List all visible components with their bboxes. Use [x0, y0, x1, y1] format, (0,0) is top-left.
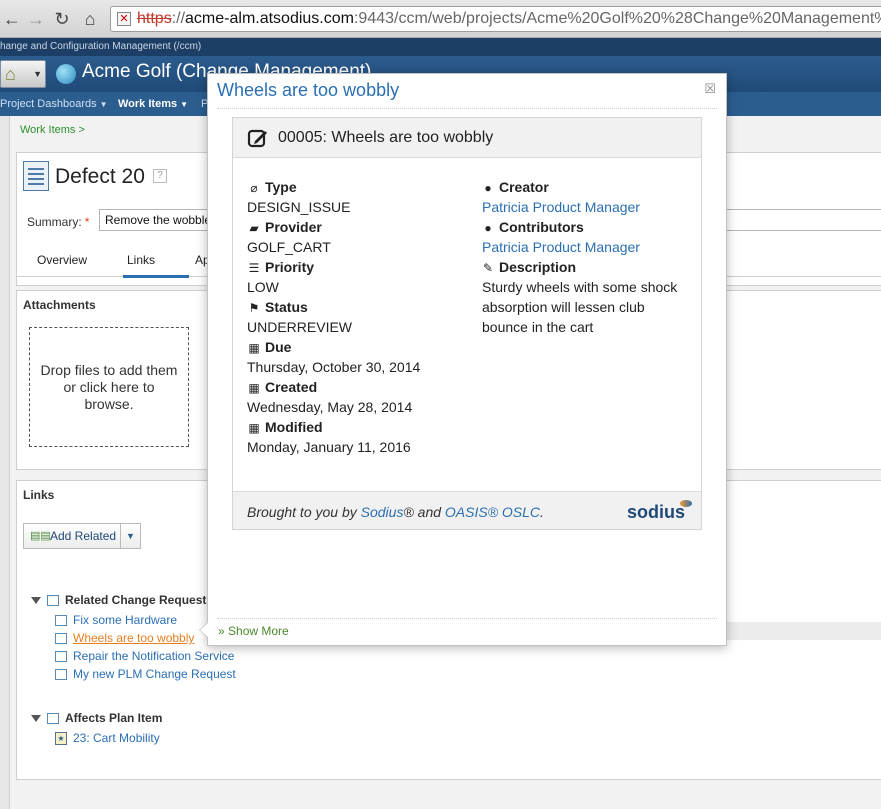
link-item[interactable]: Repair the Notification Service — [55, 649, 234, 663]
created-value: Wednesday, May 28, 2014 — [247, 399, 413, 415]
change-request-icon — [47, 595, 59, 607]
url-scheme: https — [137, 10, 172, 27]
browser-toolbar: ← → ↻ ⌂ ✕ https://acme-alm.atsodius.com:… — [0, 0, 881, 38]
creator-field: ● Creator — [481, 179, 548, 195]
chevron-down-icon: ▼ — [33, 69, 42, 79]
forward-icon[interactable]: → — [26, 8, 46, 30]
menu-work-items[interactable]: Work Items ▼ — [118, 92, 188, 117]
work-item-card: 00005: Wheels are too wobbly ⌀ Type DESIG… — [232, 117, 702, 530]
change-request-icon — [55, 633, 67, 645]
description-field: ✎ Description — [482, 259, 577, 275]
creator-link[interactable]: Patricia Product Manager — [482, 199, 640, 215]
link-item[interactable]: ★ 23: Cart Mobility — [55, 731, 160, 746]
plan-item-group-icon — [47, 713, 59, 725]
card-header: 00005: Wheels are too wobbly — [233, 118, 701, 158]
modified-value: Monday, January 11, 2016 — [247, 439, 411, 455]
required-marker: * — [84, 215, 90, 229]
sodius-link[interactable]: Sodius — [361, 504, 404, 520]
chevron-down-icon: ▼ — [180, 100, 189, 109]
link-item[interactable]: My new PLM Change Request — [55, 667, 236, 681]
due-field: ▦ Due — [248, 339, 292, 355]
project-globe-icon — [56, 64, 76, 84]
back-icon[interactable]: ← — [2, 8, 22, 30]
user-icon: ● — [484, 221, 492, 235]
change-request-icon — [55, 615, 67, 627]
divider — [217, 108, 717, 109]
help-icon[interactable]: ? — [153, 169, 167, 183]
chevron-down-icon[interactable]: ▼ — [120, 524, 140, 548]
link-group-related-change-request[interactable]: Related Change Request — [31, 593, 206, 607]
insecure-lock-icon[interactable]: ✕ — [117, 12, 131, 26]
card-title: 00005: Wheels are too wobbly — [278, 129, 494, 146]
home-icon[interactable]: ⌂ — [80, 8, 100, 30]
priority-value: LOW — [247, 279, 279, 295]
show-more-link[interactable]: » Show More — [218, 624, 289, 638]
status-field: ⚑ Status — [248, 299, 308, 315]
contributors-field: ● Contributors — [481, 219, 583, 235]
add-related-button[interactable]: ▤▤ Add Related ▼ — [23, 523, 141, 549]
app-strip: hange and Configuration Management (/ccm… — [0, 38, 881, 56]
house-icon: ⌂ — [5, 64, 16, 84]
url-path: :9443/ccm/web/projects/Acme%20Golf%20%28… — [353, 10, 881, 27]
page-title: Defect 20 — [55, 165, 145, 188]
summary-label: Summary: * — [27, 215, 90, 229]
popup-title[interactable]: Wheels are too wobbly — [217, 80, 399, 101]
collapse-triangle-icon[interactable] — [31, 597, 41, 605]
sodius-logo: sodius — [626, 500, 693, 522]
change-request-icon — [55, 669, 67, 681]
flag-icon: ⚑ — [248, 301, 260, 315]
chevron-down-icon: ▼ — [99, 100, 108, 109]
file-dropzone[interactable]: Drop files to add them or click here to … — [29, 327, 189, 447]
link-group-affects-plan-item[interactable]: Affects Plan Item — [31, 711, 162, 725]
collapse-triangle-icon[interactable] — [31, 715, 41, 723]
defect-icon — [23, 161, 49, 191]
reload-icon[interactable]: ↻ — [52, 8, 72, 30]
contributor-link[interactable]: Patricia Product Manager — [482, 239, 640, 255]
due-value: Thursday, October 30, 2014 — [247, 359, 421, 375]
link-item-hovered[interactable]: Wheels are too wobbly — [55, 631, 194, 645]
card-footer: Brought to you by Sodius® and OASIS® OSL… — [233, 491, 701, 529]
change-request-icon — [55, 651, 67, 663]
type-field: ⌀ Type — [247, 179, 296, 195]
active-tab-indicator — [123, 275, 189, 278]
type-value: DESIGN_ISSUE — [247, 199, 351, 215]
link-item[interactable]: Fix some Hardware — [55, 613, 177, 627]
description-value: Sturdy wheels with some shock absorption… — [482, 279, 678, 335]
links-heading: Links — [23, 488, 55, 502]
home-menu-button[interactable]: ⌂ ▼ — [0, 60, 46, 88]
divider — [217, 618, 717, 619]
edit-icon — [247, 129, 267, 148]
calendar-icon: ▦ — [248, 381, 260, 395]
plan-item-icon: ★ — [55, 732, 67, 746]
breadcrumb[interactable]: Work Items > — [20, 124, 85, 136]
close-icon[interactable]: ☒ — [704, 81, 716, 97]
popup-pointer — [199, 622, 208, 638]
priority-field: ☰ Priority — [248, 259, 315, 275]
address-bar[interactable]: ✕ https://acme-alm.atsodius.com:9443/ccm… — [110, 6, 881, 32]
created-field: ▦ Created — [248, 379, 318, 395]
tab-links[interactable]: Links — [127, 253, 155, 267]
calendar-icon: ▦ — [248, 341, 260, 355]
provider-field: ▰ Provider — [247, 219, 321, 235]
chevron-down-icon: » — [218, 624, 225, 638]
pencil-icon: ✎ — [482, 261, 494, 275]
menu-project-dashboards[interactable]: Project Dashboards ▼ — [0, 92, 108, 117]
paperclip-icon: ⌀ — [250, 181, 258, 195]
provider-value: GOLF_CART — [247, 239, 331, 255]
left-rail — [0, 116, 10, 809]
calendar-icon: ▦ — [248, 421, 260, 435]
list-icon: ☰ — [248, 261, 260, 275]
user-icon: ● — [484, 181, 492, 195]
tab-overview[interactable]: Overview — [37, 253, 87, 267]
modified-field: ▦ Modified — [248, 419, 323, 435]
status-value: UNDERREVIEW — [247, 319, 353, 335]
oslc-link[interactable]: OASIS® OSLC — [445, 504, 540, 520]
url-host: acme-alm.atsodius.com — [185, 10, 354, 27]
attachments-heading: Attachments — [23, 298, 96, 312]
hover-preview-popup: Wheels are too wobbly ☒ 00005: Wheels ar… — [199, 73, 727, 646]
link-add-icon: ▤▤ — [30, 530, 51, 542]
folder-icon: ▰ — [249, 221, 259, 235]
attribution-text: Brought to you by Sodius® and OASIS® OSL… — [247, 504, 544, 520]
